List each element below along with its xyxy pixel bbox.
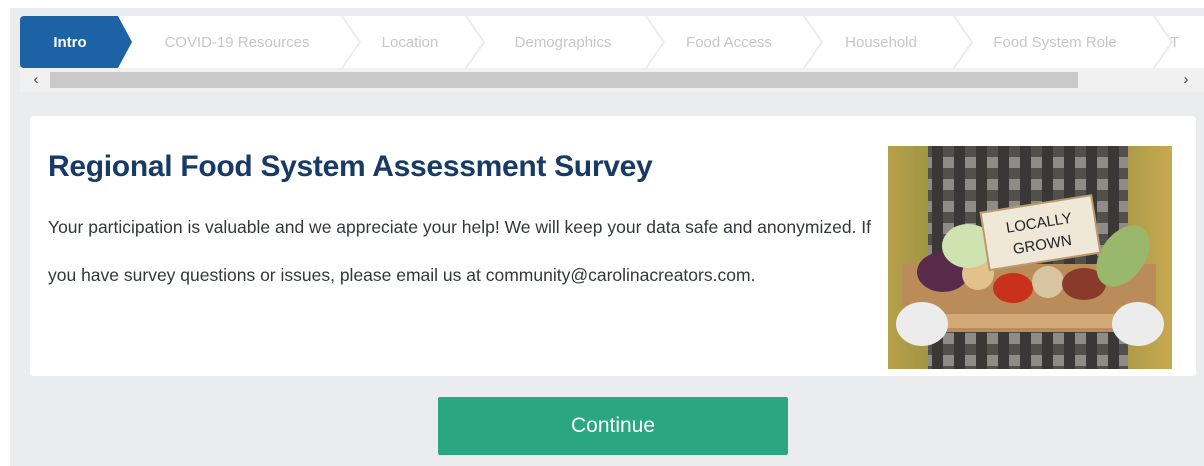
step-tabs: Intro COVID-19 Resources Location Demogr… (20, 16, 1204, 68)
horizontal-scrollbar[interactable]: ‹ › (20, 68, 1204, 92)
intro-paragraph: Your participation is valuable and we ap… (48, 217, 871, 285)
scroll-left-arrow-icon[interactable]: ‹ (26, 70, 46, 90)
step-navigation: Intro COVID-19 Resources Location Demogr… (20, 16, 1204, 96)
farmer-vegetable-crate-illustration: LOCALLY GROWN (888, 146, 1172, 369)
tab-food-access[interactable]: Food Access (652, 16, 806, 68)
continue-button[interactable]: Continue (438, 397, 788, 455)
locally-grown-photo: LOCALLY GROWN (888, 146, 1172, 369)
tab-covid-19-resources[interactable]: COVID-19 Resources (132, 16, 342, 68)
scroll-right-arrow-icon[interactable]: › (1176, 70, 1196, 90)
tab-food-system-role[interactable]: Food System Role (966, 16, 1144, 68)
tab-demographics[interactable]: Demographics (474, 16, 652, 68)
tab-intro[interactable]: Intro (20, 16, 120, 68)
tab-location[interactable]: Location (350, 16, 470, 68)
scrollbar-thumb[interactable] (50, 72, 1078, 88)
intro-card: Regional Food System Assessment Survey Y… (30, 116, 1196, 376)
tab-household[interactable]: Household (810, 16, 952, 68)
survey-title: Regional Food System Assessment Survey (48, 150, 653, 183)
tab-truncated[interactable]: T (1170, 16, 1200, 68)
